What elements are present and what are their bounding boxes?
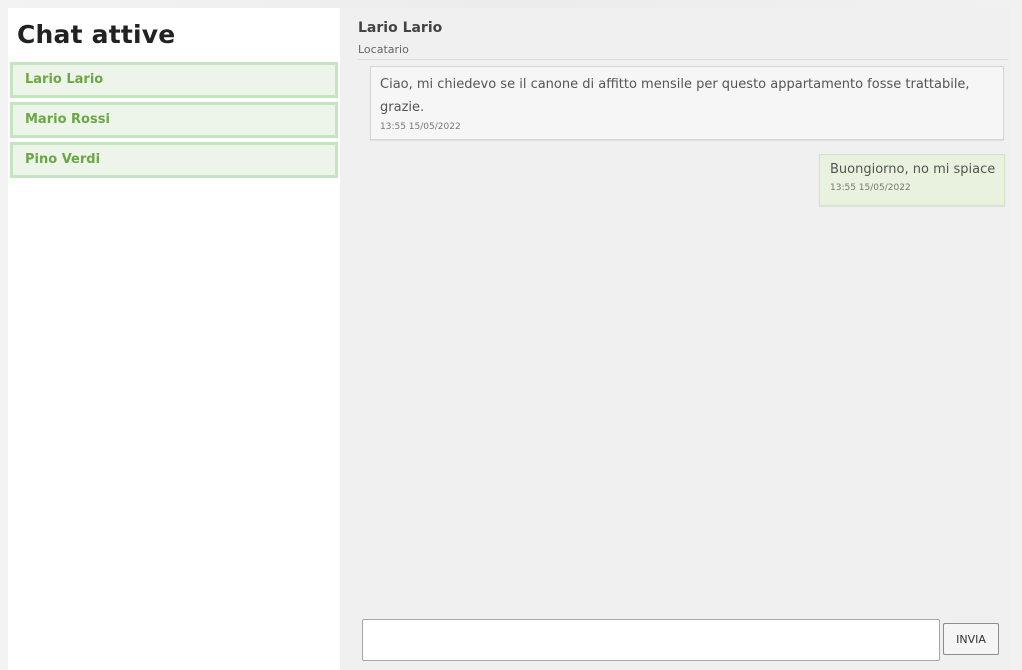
contact-name: Lario Lario: [358, 20, 443, 36]
chat-item-lario-lario[interactable]: Lario Lario: [10, 62, 338, 98]
message-timestamp: 13:55 15/05/2022: [380, 122, 461, 132]
chat-item-pino-verdi[interactable]: Pino Verdi: [10, 142, 338, 178]
chat-sidebar: Chat attive Lario Lario Mario Rossi Pino…: [8, 8, 340, 670]
chat-list: Lario Lario Mario Rossi Pino Verdi: [10, 62, 338, 182]
header-divider: [358, 59, 1008, 60]
message-timestamp: 13:55 15/05/2022: [830, 183, 911, 193]
message-text: Ciao, mi chiedevo se il canone di affitt…: [380, 77, 970, 115]
sidebar-title: Chat attive: [17, 20, 176, 49]
message-text: Buongiorno, no mi spiace: [830, 162, 996, 177]
send-button[interactable]: INVIA: [943, 623, 999, 655]
message-sent: Buongiorno, no mi spiace 13:55 15/05/202…: [819, 154, 1005, 206]
conversation-panel: Lario Lario Locatario Ciao, mi chiedevo …: [340, 8, 1010, 670]
contact-role: Locatario: [358, 43, 409, 56]
app-window: Chat attive Lario Lario Mario Rossi Pino…: [0, 0, 1022, 670]
chat-item-mario-rossi[interactable]: Mario Rossi: [10, 102, 338, 138]
message-received: Ciao, mi chiedevo se il canone di affitt…: [370, 66, 1004, 140]
message-input[interactable]: [362, 619, 940, 661]
